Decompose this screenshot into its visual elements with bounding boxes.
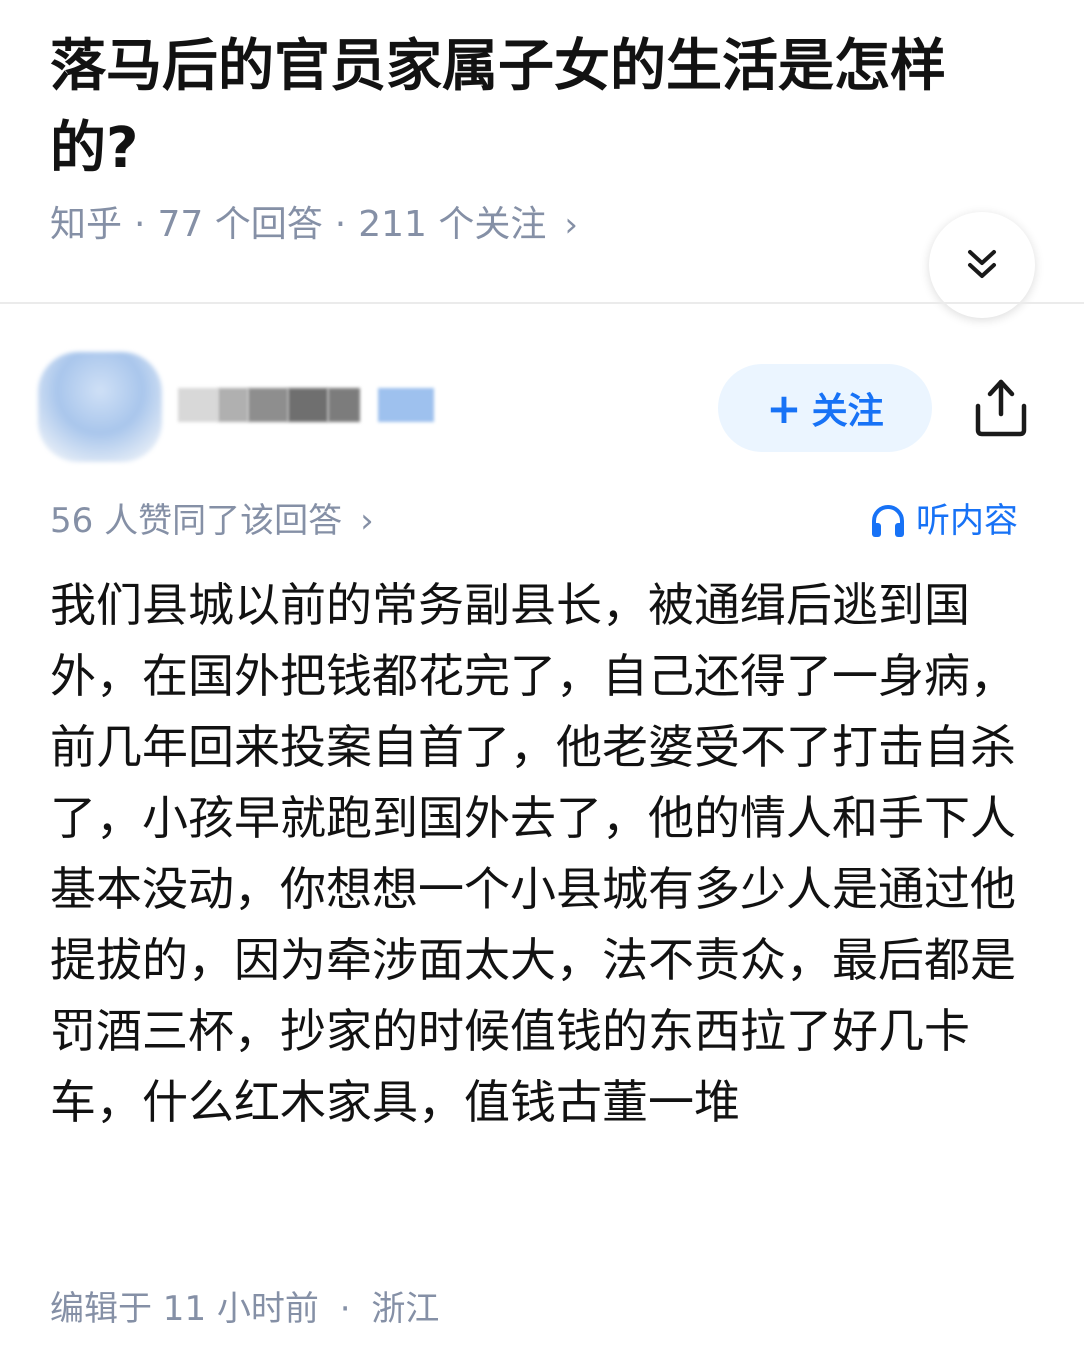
answer-count: 77 个回答 — [157, 204, 323, 245]
plus-icon: + — [766, 383, 802, 433]
follow-label: 关注 — [811, 391, 884, 432]
question-title[interactable]: 落马后的官员家属子女的生活是怎样的? — [50, 26, 1010, 190]
listen-button[interactable]: 听内容 — [868, 496, 1018, 546]
source-label: 知乎 — [50, 204, 123, 245]
answer-page: 落马后的官员家属子女的生活是怎样的? 知乎 · 77 个回答 · 211 个关注… — [0, 0, 1084, 1359]
answer-body[interactable]: 我们县城以前的常务副县长，被通缉后逃到国外，在国外把钱都花完了，自己还得了一身病… — [50, 570, 1040, 1138]
follower-count: 211 个关注 — [358, 204, 547, 245]
divider — [0, 302, 1084, 304]
meta-separator: · — [334, 204, 347, 245]
question-meta[interactable]: 知乎 · 77 个回答 · 211 个关注 › — [50, 200, 578, 250]
headphones-icon — [872, 505, 904, 537]
share-icon — [975, 379, 1027, 437]
double-chevron-down-icon — [968, 250, 996, 278]
author-name-blurred[interactable] — [178, 380, 448, 430]
chevron-right-icon: › — [360, 501, 374, 541]
chevron-right-icon: › — [564, 205, 578, 245]
edit-info: 编辑于 11 小时前 · 浙江 — [50, 1284, 439, 1334]
vote-count: 56 人赞同了该回答 — [50, 501, 343, 541]
follow-button[interactable]: + 关注 — [718, 364, 932, 452]
avatar[interactable] — [38, 352, 162, 462]
vote-info[interactable]: 56 人赞同了该回答 › — [50, 496, 374, 546]
edit-time: 编辑于 11 小时前 — [50, 1289, 319, 1329]
meta-separator: · — [339, 1289, 351, 1329]
share-button[interactable] — [966, 370, 1036, 444]
edit-location: 浙江 — [371, 1289, 440, 1329]
meta-separator: · — [134, 204, 146, 245]
listen-label: 听内容 — [916, 501, 1018, 541]
